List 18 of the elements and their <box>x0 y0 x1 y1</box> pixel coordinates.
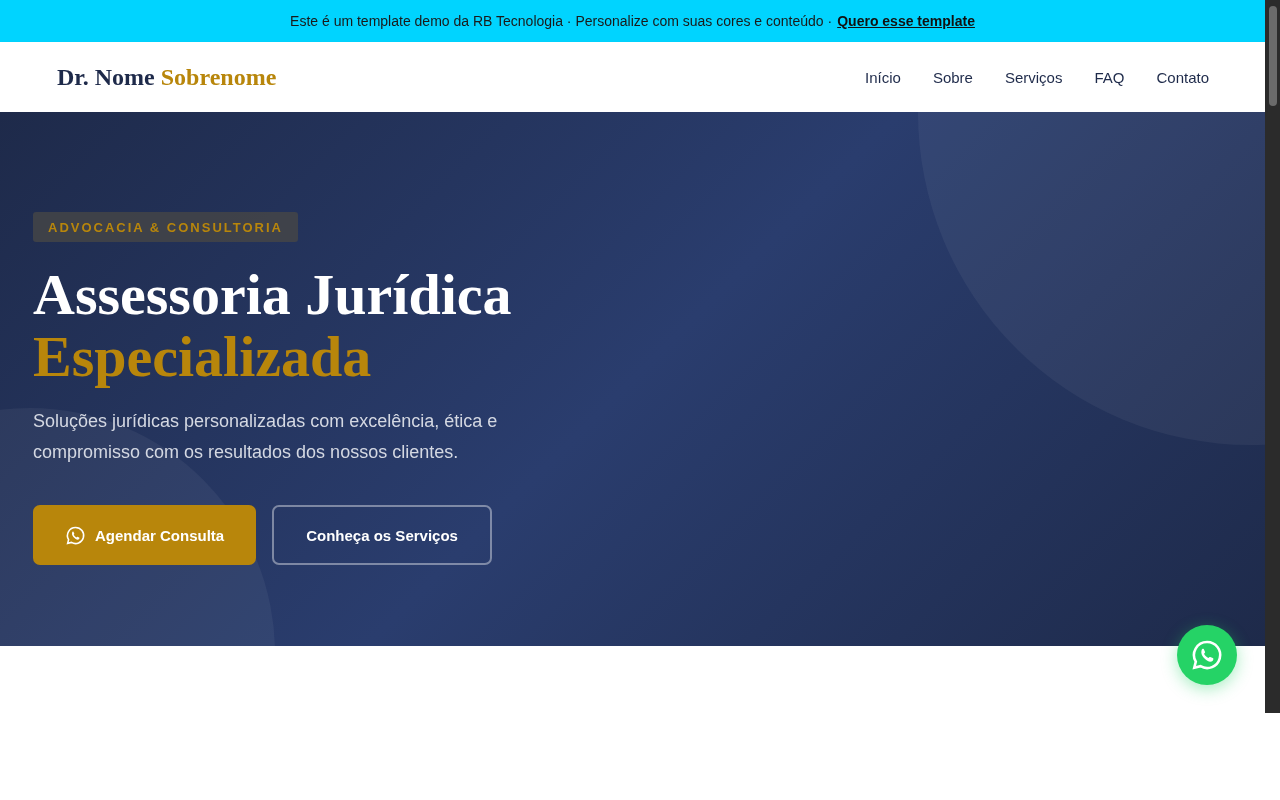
hero-title: Assessoria Jurídica <box>33 264 512 326</box>
nav-link[interactable]: FAQ <box>1094 68 1125 86</box>
nav-link[interactable]: Serviços <box>1004 68 1063 86</box>
logo-name[interactable]: Dr. Nome <box>57 63 155 91</box>
hero-title-accent: Especializada <box>33 326 372 388</box>
chat-bubble-icon <box>1190 638 1224 672</box>
chat-bubble-icon <box>65 524 86 546</box>
hero-subtitle: Soluções jurídicas personalizadas com excelência, ética e compromisso com os resultados dos nossos clientes. <box>33 410 499 464</box>
category-badge: ADVOCACIA & CONSULTORIA <box>33 212 298 242</box>
chat-button[interactable] <box>1177 625 1237 685</box>
services-button[interactable]: Conheça os Serviços <box>272 505 492 565</box>
nav-link[interactable]: Sobre <box>932 68 973 86</box>
scrollbar[interactable] <box>1265 0 1280 713</box>
banner-text: Este é um template demo da RB Tecnologia · Personalize com suas cores e conteúdo · <box>290 13 833 29</box>
template-link[interactable]: Quero esse template <box>837 13 975 29</box>
scrollbar-thumb[interactable] <box>1268 6 1277 106</box>
nav-link[interactable]: Início <box>865 68 901 86</box>
nav-link[interactable]: Contato <box>1156 68 1209 86</box>
